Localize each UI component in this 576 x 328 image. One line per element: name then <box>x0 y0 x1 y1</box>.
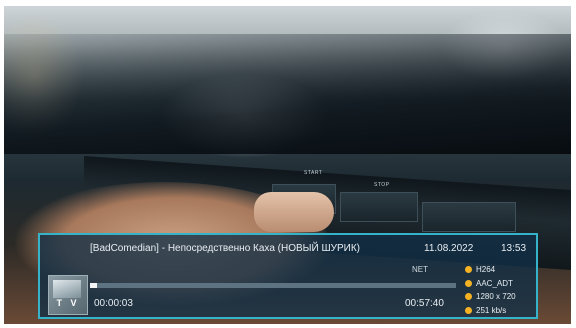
bullet-icon <box>465 293 472 301</box>
stream-info-item: 1280 x 720 <box>465 290 516 304</box>
tv-start-label: START <box>304 170 323 176</box>
codec-video: H264 <box>476 265 496 275</box>
bullet-icon <box>465 266 472 274</box>
stream-info-item: 251 kb/s <box>465 304 516 318</box>
program-title: [BadComedian] - Непосредственно Каха (НО… <box>90 243 361 254</box>
tv-stop-key <box>340 192 418 222</box>
date-label: 11.08.2022 <box>424 243 474 254</box>
bitrate: 251 kb/s <box>476 305 507 315</box>
tv-bezel <box>4 34 571 154</box>
channel-logo: T V <box>48 275 88 315</box>
clock-label: 13:53 <box>501 243 527 254</box>
tv-extra-key <box>422 202 516 232</box>
tv-stop-label: STOP <box>374 182 390 188</box>
duration-time: 00:57:40 <box>405 298 444 309</box>
bullet-icon <box>465 306 472 314</box>
source-label: NET <box>412 265 428 274</box>
stream-info-item: H264 <box>465 263 516 277</box>
codec-audio: AAC_ADT <box>476 278 513 288</box>
progress-bar[interactable] <box>90 283 456 288</box>
resolution: 1280 x 720 <box>476 292 516 302</box>
finger <box>254 192 334 232</box>
info-bar: [BadComedian] - Непосредственно Каха (НО… <box>38 233 538 319</box>
channel-logo-text: T V <box>56 298 80 308</box>
progress-fill <box>90 283 98 288</box>
stream-info-item: AAC_ADT <box>465 277 516 291</box>
stream-info-list: H264 AAC_ADT 1280 x 720 251 kb/s <box>465 263 516 317</box>
bullet-icon <box>465 279 472 287</box>
tv-icon <box>53 280 81 298</box>
position-time: 00:00:03 <box>94 298 133 309</box>
